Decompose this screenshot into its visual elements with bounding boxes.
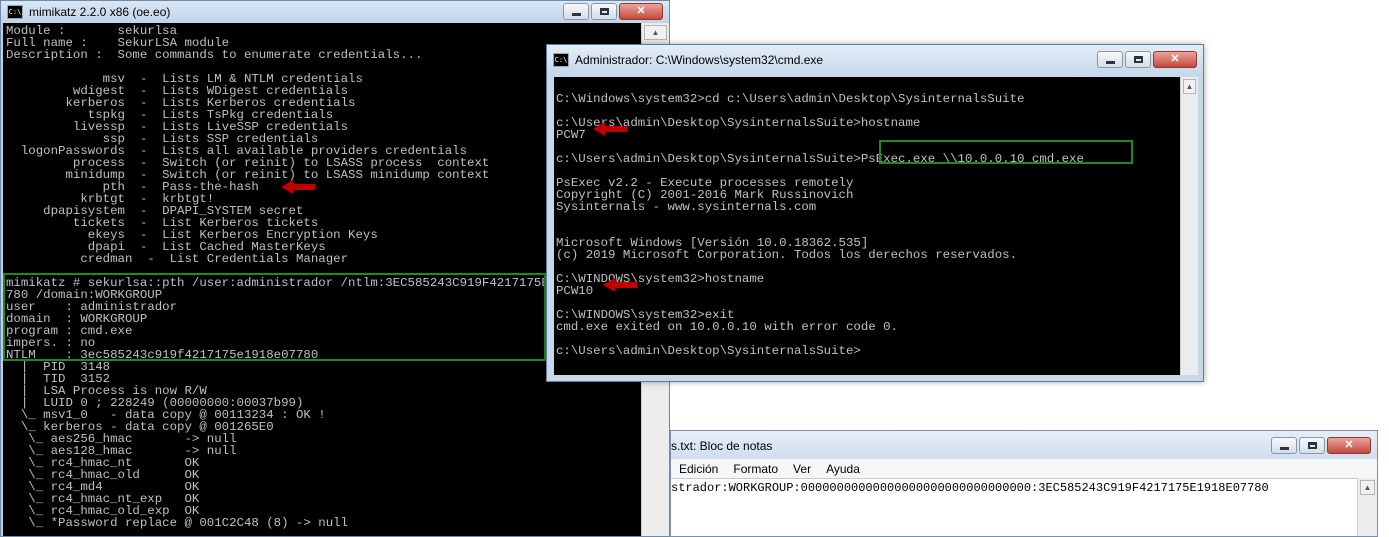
close-icon: ✕: [636, 5, 646, 17]
pcw10-annotation-arrow: [603, 278, 637, 292]
cmd-console-output[interactable]: C:\Windows\system32>cd c:\Users\admin\De…: [554, 77, 1180, 375]
maximize-button[interactable]: [591, 3, 617, 20]
console-line: cmd.exe exited on 10.0.0.10 with error c…: [556, 320, 899, 334]
console-line: (c) 2019 Microsoft Corporation. Todos lo…: [556, 248, 1018, 262]
cmd-close-button[interactable]: ✕: [1153, 51, 1197, 68]
console-line: PCW10: [556, 284, 594, 298]
notepad-menubar: Edición Formato Ver Ayuda: [671, 459, 1377, 478]
notepad-window: s.txt: Bloc de notas ✕ Edición Formato V…: [670, 430, 1378, 537]
minimize-icon: [571, 13, 581, 16]
console-line: C:\Windows\system32>cd c:\Users\admin\De…: [556, 92, 1025, 106]
maximize-icon: [1133, 56, 1143, 63]
maximize-icon: [599, 8, 609, 15]
cmd-window-title: Administrador: C:\Windows\system32\cmd.e…: [575, 53, 824, 67]
menu-formato[interactable]: Formato: [733, 462, 778, 476]
notepad-minimize-button[interactable]: [1271, 437, 1297, 454]
mimikatz-titlebar[interactable]: C:\ mimikatz 2.2.0 x86 (oe.eo) ✕: [1, 1, 669, 23]
cmd-scroll-up-button[interactable]: ▲: [1183, 79, 1196, 94]
minimize-button[interactable]: [563, 3, 589, 20]
console-line: c:\Users\admin\Desktop\SysinternalsSuite…: [556, 344, 861, 358]
maximize-icon: [1307, 442, 1317, 449]
menu-edicion[interactable]: Edición: [679, 462, 718, 476]
close-button[interactable]: ✕: [619, 3, 663, 20]
notepad-titlebar[interactable]: s.txt: Bloc de notas ✕: [671, 431, 1377, 461]
scroll-up-button[interactable]: ▲: [644, 25, 667, 40]
menu-ver[interactable]: Ver: [793, 462, 811, 476]
console-line: c:\Users\admin\Desktop\SysinternalsSuite…: [556, 116, 921, 130]
notepad-close-button[interactable]: ✕: [1327, 437, 1371, 454]
notepad-content: strador:WORKGROUP:0000000000000000000000…: [671, 481, 1269, 495]
cmd-maximize-button[interactable]: [1125, 51, 1151, 68]
minimize-icon: [1105, 61, 1115, 64]
psexec-command-highlight-box: [879, 140, 1133, 164]
minimize-icon: [1279, 447, 1289, 450]
pth-command-highlight-box: [3, 273, 546, 361]
close-icon: ✕: [1344, 439, 1354, 451]
cmd-minimize-button[interactable]: [1097, 51, 1123, 68]
console-app-icon: C:\: [7, 5, 23, 19]
notepad-scrollbar[interactable]: ▲: [1357, 478, 1377, 536]
console-line: Sysinternals - www.sysinternals.com: [556, 200, 817, 214]
notepad-maximize-button[interactable]: [1299, 437, 1325, 454]
cmd-scrollbar[interactable]: ▲: [1180, 77, 1198, 375]
notepad-window-title: s.txt: Bloc de notas: [671, 439, 773, 453]
cmd-titlebar[interactable]: C:\ Administrador: C:\Windows\system32\c…: [547, 45, 1203, 75]
cmd-window: C:\ Administrador: C:\Windows\system32\c…: [546, 44, 1204, 382]
console-line: \_ *Password replace @ 001C2C48 (8) -> n…: [6, 516, 349, 530]
pth-annotation-arrow: [281, 180, 315, 194]
notepad-text-area[interactable]: strador:WORKGROUP:0000000000000000000000…: [671, 478, 1357, 536]
pcw7-annotation-arrow: [593, 122, 627, 136]
console-app-icon: C:\: [553, 53, 569, 67]
notepad-scroll-up-button[interactable]: ▲: [1360, 480, 1375, 495]
menu-ayuda[interactable]: Ayuda: [826, 462, 860, 476]
close-icon: ✕: [1170, 53, 1180, 65]
mimikatz-window-title: mimikatz 2.2.0 x86 (oe.eo): [29, 5, 171, 19]
console-line: C:\WINDOWS\system32>hostname: [556, 272, 765, 286]
